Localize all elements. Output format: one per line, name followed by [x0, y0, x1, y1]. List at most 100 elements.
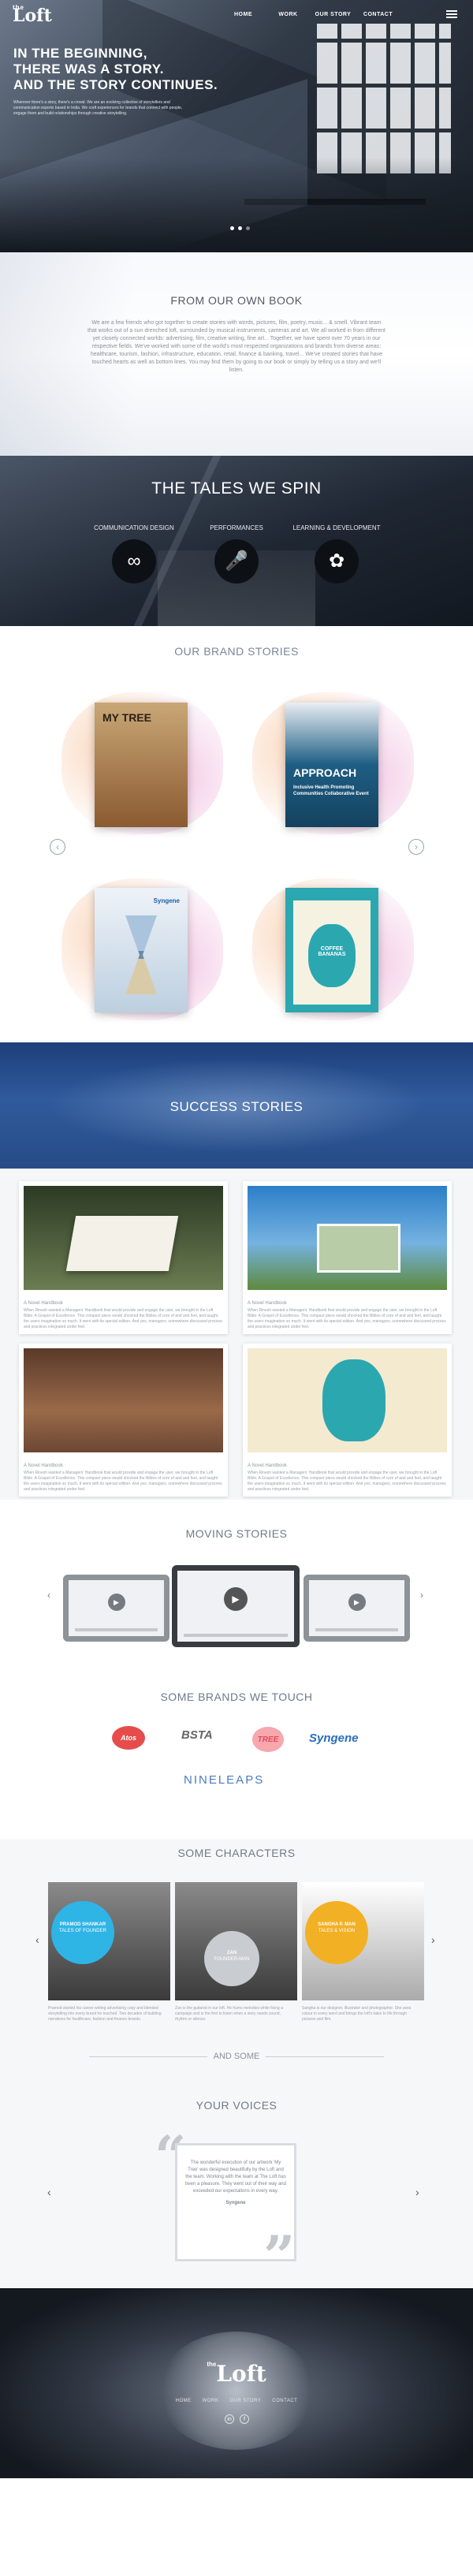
service-communication-design[interactable]: COMMUNICATION DESIGN ∞: [83, 524, 185, 583]
testimonial-text: The wonderful execution of our artwork '…: [185, 2160, 286, 2194]
video-screen: ▶: [309, 1580, 404, 1636]
success-title: SUCCESS STORIES: [169, 1099, 304, 1114]
service-label: LEARNING & DEVELOPMENT: [292, 524, 381, 531]
slider-dot[interactable]: [238, 226, 242, 230]
card-text: When Rinesh wanted a Managers' Handbook …: [24, 1471, 222, 1492]
card-image: [24, 1186, 223, 1290]
voices-title: YOUR VOICES: [196, 2099, 277, 2112]
service-label: PERFORMANCES: [210, 524, 263, 531]
site-logo[interactable]: the Loft: [13, 4, 52, 26]
footer: theLoft HOME WORK OUR STORY CONTACT in f: [0, 2288, 473, 2478]
brand-logo-tree[interactable]: TREE: [252, 1727, 284, 1752]
play-icon[interactable]: ▶: [348, 1594, 366, 1612]
video-progress[interactable]: [75, 1628, 158, 1631]
nav-contact[interactable]: CONTACT: [356, 12, 400, 17]
service-label: COMMUNICATION DESIGN: [94, 524, 174, 531]
footer-nav-work[interactable]: WORK: [203, 2399, 219, 2403]
brand-logo-bsta[interactable]: BSTA: [181, 1728, 213, 1742]
poster-title: APPROACH: [293, 766, 357, 779]
video-progress[interactable]: [315, 1628, 398, 1631]
linkedin-icon[interactable]: in: [225, 2414, 234, 2424]
main-nav: HOME WORK OUR STORY CONTACT: [221, 12, 400, 17]
slider-dot[interactable]: [230, 226, 234, 230]
success-card[interactable]: A Novel Handbook When Rinesh wanted a Ma…: [19, 1344, 228, 1497]
brand-logo-nineleaps[interactable]: NINELEAPS: [184, 1773, 264, 1787]
card-text: When Rinesh wanted a Managers' Handbook …: [248, 1308, 446, 1329]
poster-inner: COFFEE BANANAS: [293, 900, 371, 1005]
play-icon[interactable]: ▶: [107, 1594, 125, 1612]
footer-nav-our-story[interactable]: OUR STORY: [229, 2399, 261, 2403]
poster-title: MY TREE: [102, 711, 151, 724]
top-navigation: the Loft HOME WORK OUR STORY CONTACT: [0, 0, 473, 28]
play-icon[interactable]: ▶: [224, 1587, 248, 1611]
footer-nav: HOME WORK OUR STORY CONTACT: [0, 2399, 473, 2403]
chevron-left-icon[interactable]: ‹: [47, 2186, 51, 2198]
hero-window-image: [317, 24, 451, 173]
menu-icon[interactable]: [446, 10, 457, 18]
brands-section: SOME BRANDS WE TOUCH Atos BSTA TREE Syng…: [0, 1681, 473, 1839]
video-tablet[interactable]: ▶: [63, 1575, 169, 1642]
success-card[interactable]: A Novel Handbook When Rinesh wanted a Ma…: [243, 1344, 452, 1497]
card-image: [248, 1348, 447, 1452]
character-card[interactable]: SANGHA P. MAN TALES & VISION: [302, 1882, 424, 2000]
success-card[interactable]: A Novel Handbook When Rinesh wanted a Ma…: [243, 1181, 452, 1334]
brand-logo-atos[interactable]: Atos: [112, 1726, 145, 1750]
poster-my-tree[interactable]: MY TREE: [95, 703, 188, 827]
character-badge: ZAN FOUNDER-MAN: [204, 1931, 259, 1986]
chevron-right-icon[interactable]: ›: [431, 1933, 435, 1946]
brain-bulb-icon: ✿: [315, 539, 359, 583]
poster-title: COFFEE BANANAS: [308, 924, 356, 987]
footer-nav-home[interactable]: HOME: [176, 2399, 192, 2403]
service-performances[interactable]: PERFORMANCES 🎤: [185, 524, 288, 583]
facebook-icon[interactable]: f: [240, 2414, 249, 2424]
nav-work[interactable]: WORK: [266, 12, 311, 17]
chevron-right-icon[interactable]: ›: [415, 2186, 419, 2198]
character-description: Pramod started his career writing advert…: [48, 2006, 162, 2022]
footer-nav-contact[interactable]: CONTACT: [272, 2399, 297, 2403]
poster-subtitle: Inclusive Health Promoting Communities C…: [293, 785, 369, 796]
video-tablet-featured[interactable]: ▶: [172, 1565, 300, 1647]
card-caption: A Novel Handbook: [248, 1463, 287, 1468]
chevron-left-icon[interactable]: ‹: [35, 1933, 39, 1946]
card-caption: A Novel Handbook: [248, 1301, 287, 1306]
poster-coffee-bananas[interactable]: COFFEE BANANAS: [285, 888, 378, 1012]
chevron-left-icon[interactable]: ‹: [50, 839, 65, 855]
video-screen: ▶: [69, 1580, 164, 1636]
chevron-left-icon[interactable]: ‹: [47, 1590, 50, 1601]
character-card[interactable]: ZAN FOUNDER-MAN: [175, 1882, 297, 2000]
book-text: We are a few friends who got together to…: [88, 320, 385, 373]
poster-title: Syngene: [153, 897, 180, 904]
success-card[interactable]: A Novel Handbook When Rinesh wanted a Ma…: [19, 1181, 228, 1334]
footer-logo[interactable]: theLoft: [0, 2361, 473, 2387]
character-description: Zan is the guitarist in our loft. He hum…: [175, 2006, 284, 2022]
service-learning-development[interactable]: LEARNING & DEVELOPMENT ✿: [285, 524, 388, 583]
and-some-divider: AND SOME: [0, 2052, 473, 2061]
chevron-right-icon[interactable]: ›: [420, 1590, 423, 1601]
brand-logo-syngene[interactable]: Syngene: [309, 1732, 359, 1745]
poster-approach[interactable]: APPROACH Inclusive Health Promoting Comm…: [285, 703, 378, 827]
characters-section: SOME CHARACTERS ‹ PRAMOD SHANKAR TALES OF…: [0, 1839, 473, 2067]
video-tablet[interactable]: ▶: [304, 1575, 410, 1642]
tales-section: THE TALES WE SPIN COMMUNICATION DESIGN ∞…: [0, 456, 473, 626]
book-section: FROM OUR OWN BOOK We are a few friends w…: [0, 252, 473, 456]
testimonial-author: Syngene: [225, 2201, 246, 2205]
nav-home[interactable]: HOME: [221, 12, 266, 17]
card-image: [248, 1186, 447, 1290]
nav-our-story[interactable]: OUR STORY: [311, 12, 356, 17]
moving-title: MOVING STORIES: [185, 1527, 288, 1540]
slider-dot[interactable]: [246, 226, 250, 230]
poster-syngene[interactable]: Syngene: [95, 888, 188, 1012]
quote-close-icon: ”: [263, 2224, 296, 2288]
characters-title: SOME CHARACTERS: [177, 1847, 296, 1859]
character-card[interactable]: PRAMOD SHANKAR TALES OF FOUNDER: [48, 1882, 170, 2000]
brand-stories-title: OUR BRAND STORIES: [174, 645, 299, 658]
hero-intro-text: Wherever there's a story, there's a crow…: [13, 100, 183, 116]
hourglass-image: [125, 915, 157, 994]
brand-stories-section: OUR BRAND STORIES MY TREE APPROACH Inclu…: [0, 626, 473, 1042]
card-caption: A Novel Handbook: [24, 1301, 63, 1306]
link-icon: ∞: [112, 539, 156, 583]
chevron-right-icon[interactable]: ›: [408, 839, 424, 855]
character-badge: PRAMOD SHANKAR TALES OF FOUNDER: [51, 1901, 114, 1964]
video-progress[interactable]: [184, 1634, 288, 1637]
book-title: FROM OUR OWN BOOK: [170, 294, 303, 307]
